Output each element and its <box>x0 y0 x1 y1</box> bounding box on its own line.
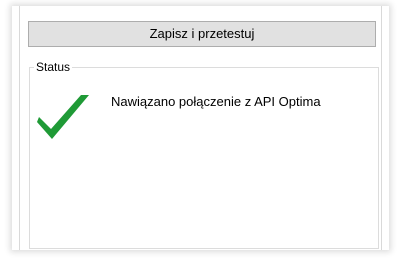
status-group-title: Status <box>34 59 73 75</box>
checkmark-icon <box>37 87 93 143</box>
status-message: Nawiązano połączenie z API Optima <box>111 94 321 109</box>
status-groupbox: Status Nawiązano połączenie z API Optima <box>29 59 379 249</box>
save-and-test-button[interactable]: Zapisz i przetestuj <box>28 21 376 47</box>
settings-panel: Zapisz i przetestuj Status Nawiązano poł… <box>19 6 382 250</box>
dialog-frame: Zapisz i przetestuj Status Nawiązano poł… <box>12 6 389 250</box>
